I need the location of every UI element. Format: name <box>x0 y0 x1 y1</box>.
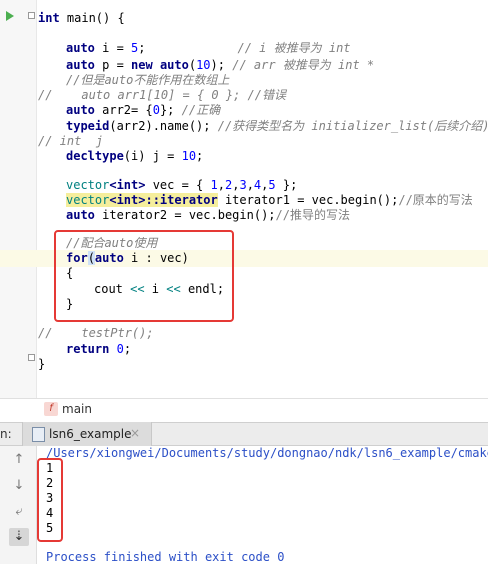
fold-icon[interactable] <box>28 12 35 19</box>
fold-icon[interactable] <box>28 354 35 361</box>
process-finished-message: Process finished with exit code 0 <box>46 550 285 564</box>
function-icon: f <box>44 402 58 416</box>
run-icon[interactable] <box>6 11 14 21</box>
code-line: int main() { <box>38 11 125 25</box>
tab-label[interactable]: lsn6_example <box>49 427 131 441</box>
code-line: } <box>38 357 46 371</box>
code-line: for(auto i : vec) <box>66 251 189 265</box>
code-line: auto arr2= {0}; //正确 <box>66 103 221 117</box>
code-line: decltype(i) j = 10; <box>66 149 204 163</box>
scroll-down-icon[interactable]: ↓ <box>9 477 29 495</box>
code-line: auto iterator2 = vec.begin();//推导的写法 <box>66 208 350 222</box>
output-line: 3 <box>46 491 54 505</box>
editor-gutter <box>0 0 37 398</box>
soft-wrap-icon[interactable]: ⤶ <box>9 503 29 521</box>
code-comment: // testPtr(); <box>38 326 154 340</box>
executable-path: /Users/xiongwei/Documents/study/dongnao/… <box>46 446 488 460</box>
run-config-icon <box>32 427 45 442</box>
output-line: 5 <box>46 521 54 535</box>
output-line: 4 <box>46 506 54 520</box>
code-line: auto i = 5;// i 被推导为 int <box>66 41 351 55</box>
output-line: 1 <box>46 461 54 475</box>
code-line: cout << i << endl; <box>94 282 225 296</box>
code-line: } <box>66 297 74 311</box>
output-line: 2 <box>46 476 54 490</box>
code-line: typeid(arr2).name(); //获得类型名为 initialize… <box>66 119 488 133</box>
code-line: { <box>66 266 74 280</box>
close-icon[interactable]: × <box>130 426 140 440</box>
code-line: return 0; <box>66 342 132 356</box>
breadcrumb-item-main[interactable]: main <box>62 402 92 416</box>
run-panel-label: n: <box>0 427 12 441</box>
scroll-up-icon[interactable]: ↑ <box>9 451 29 469</box>
scroll-to-end-icon[interactable]: ⇣ <box>9 528 29 546</box>
code-editor[interactable]: int main() { auto i = 5;// i 被推导为 int au… <box>0 0 488 398</box>
console-output[interactable] <box>0 446 488 564</box>
